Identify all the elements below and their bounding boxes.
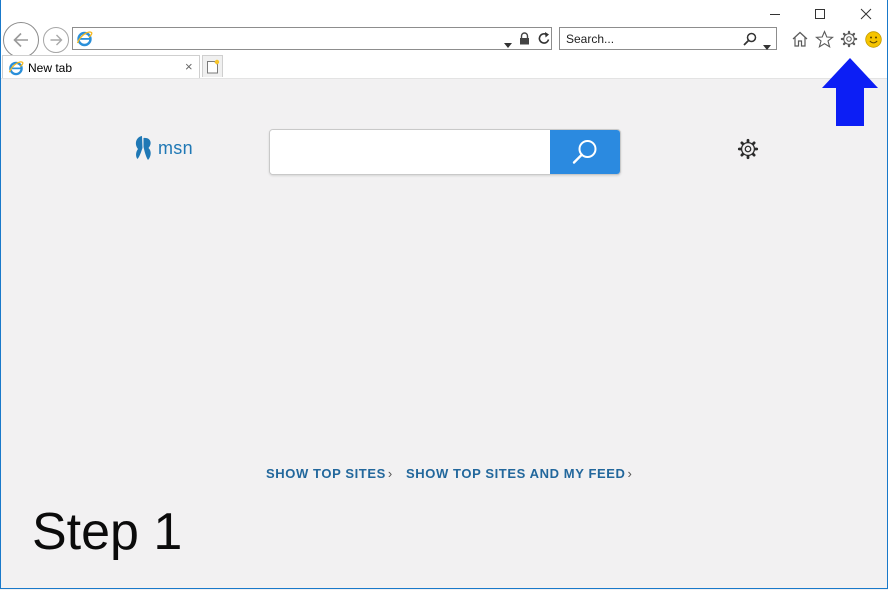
feedback-button[interactable]	[863, 29, 883, 49]
minimize-icon	[770, 14, 780, 15]
blue-arrow-up-icon	[822, 58, 878, 126]
forward-button[interactable]	[43, 27, 69, 53]
msn-logo-text: msn	[158, 137, 193, 158]
search-box[interactable]	[559, 27, 777, 50]
address-bar[interactable]	[72, 27, 552, 50]
tools-gear-icon	[840, 30, 858, 48]
new-tab-icon	[206, 59, 219, 74]
web-search-button[interactable]	[550, 130, 620, 174]
search-dropdown-icon[interactable]	[763, 37, 771, 55]
browser-chrome: New tab ×	[0, 0, 888, 79]
tools-button[interactable]	[839, 29, 859, 49]
show-top-sites-label: SHOW TOP SITES	[266, 466, 386, 481]
forward-arrow-icon	[50, 34, 63, 46]
window-frame	[0, 0, 888, 589]
page-settings-button[interactable]	[736, 137, 760, 161]
favorites-star-icon	[814, 29, 834, 48]
ie-logo-icon	[76, 30, 93, 52]
tab-new-tab[interactable]: New tab ×	[2, 55, 200, 79]
favorites-button[interactable]	[814, 29, 834, 49]
show-top-sites-and-feed-link[interactable]: SHOW TOP SITES AND MY FEED ›	[406, 466, 632, 481]
msn-logo[interactable]: msn	[133, 133, 193, 163]
home-icon	[792, 31, 808, 47]
msn-butterfly-icon	[135, 136, 151, 160]
tab-strip-divider	[0, 78, 888, 79]
close-icon	[860, 8, 872, 20]
search-icon[interactable]	[743, 32, 757, 51]
maximize-icon	[815, 9, 825, 19]
back-arrow-icon	[13, 32, 28, 48]
chevron-right-icon: ›	[387, 466, 393, 481]
smiley-feedback-icon	[864, 30, 882, 48]
web-search-box[interactable]	[269, 129, 621, 175]
close-button[interactable]	[851, 3, 881, 25]
tab-label: New tab	[28, 61, 73, 75]
refresh-icon[interactable]	[537, 31, 551, 51]
new-tab-button[interactable]	[202, 55, 223, 77]
address-input[interactable]	[97, 29, 492, 48]
search-icon	[572, 140, 597, 164]
lock-icon[interactable]	[519, 32, 530, 50]
dropdown-icon[interactable]	[504, 35, 512, 53]
tab-close-button[interactable]: ×	[185, 60, 193, 73]
maximize-button[interactable]	[805, 3, 835, 25]
show-top-sites-and-feed-label: SHOW TOP SITES AND MY FEED	[406, 466, 626, 481]
minimize-button[interactable]	[760, 3, 790, 25]
settings-gear-icon	[737, 138, 759, 160]
chevron-right-icon: ›	[627, 466, 633, 481]
search-input[interactable]	[566, 30, 726, 47]
home-button[interactable]	[790, 29, 810, 49]
back-button[interactable]	[3, 22, 39, 58]
web-search-input[interactable]	[270, 130, 550, 174]
step-label: Step 1	[32, 503, 183, 561]
show-top-sites-link[interactable]: SHOW TOP SITES ›	[266, 466, 393, 481]
